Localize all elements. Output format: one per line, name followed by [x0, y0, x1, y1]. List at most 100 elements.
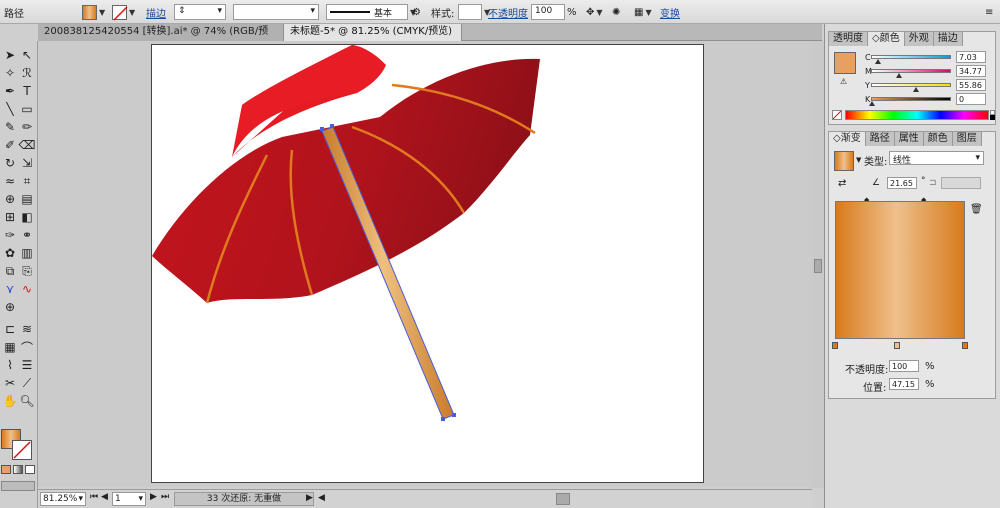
magenta-value[interactable]: 34.77	[959, 67, 982, 76]
envelope-tool-icon[interactable]: ⊏	[2, 321, 18, 337]
tab-label[interactable]: 颜色	[880, 33, 900, 44]
yellow-slider[interactable]	[871, 83, 951, 87]
chevron-down-icon[interactable]: ▾	[78, 494, 83, 504]
tab-layers[interactable]: 图层	[952, 132, 982, 146]
color-mode-button[interactable]	[1, 465, 11, 474]
page-value[interactable]: 1	[115, 494, 121, 504]
line-tool-icon[interactable]: ╲	[2, 101, 18, 117]
grid-tool-icon[interactable]: ▦	[2, 339, 18, 355]
black-field[interactable]: 0	[956, 93, 986, 105]
magenta-knob[interactable]	[896, 73, 902, 78]
magenta-field[interactable]: 34.77	[956, 65, 986, 77]
list-tool-icon[interactable]: ☰	[19, 357, 35, 373]
stroke-weight-control[interactable]: ⇕ ▾	[174, 3, 226, 21]
status-info[interactable]: 33 次还原: 无重做	[174, 492, 314, 506]
chevron-down-icon[interactable]: ▼	[856, 156, 861, 164]
tab-gradient[interactable]: ◇渐变	[829, 132, 866, 146]
black-swatch[interactable]	[990, 115, 995, 120]
tab-color-guide[interactable]: 颜色	[923, 132, 953, 146]
tab-label[interactable]: 描边	[938, 33, 958, 44]
yellow-value[interactable]: 55.86	[959, 81, 982, 90]
artboard-tool-icon[interactable]: ⧉	[2, 263, 18, 279]
anchor-point[interactable]	[441, 417, 445, 421]
tab-transparency[interactable]: 透明度	[829, 32, 868, 46]
stroke-swatch-control[interactable]: ▼	[112, 3, 135, 21]
align-button[interactable]: ▦ ▼	[634, 3, 652, 21]
rectangle-tool-icon[interactable]: ▭	[19, 101, 35, 117]
recolor-icon[interactable]: ✥	[586, 7, 594, 18]
perspective-grid-tool-icon[interactable]: ▤	[19, 191, 35, 207]
isolate-button[interactable]: ✺	[612, 3, 620, 21]
warning-icon[interactable]: ⚠	[840, 77, 847, 86]
yellow-knob[interactable]	[913, 87, 919, 92]
angle-field[interactable]: 21.65	[887, 177, 917, 189]
cyan-field[interactable]: 7.03	[956, 51, 986, 63]
opacity-control[interactable]: 100 %	[531, 3, 577, 21]
tab-label[interactable]: 图层	[957, 133, 977, 144]
opacity-link[interactable]: 不透明度	[488, 3, 528, 21]
none-color-button[interactable]	[832, 110, 842, 120]
free-transform-tool-icon[interactable]: ⌗	[19, 173, 35, 189]
fill-swatch[interactable]	[82, 4, 97, 20]
menu-icon[interactable]: ≡	[985, 7, 993, 18]
eraser-tool-icon[interactable]: ⌫	[19, 137, 36, 153]
stroke-link-text[interactable]: 描边	[146, 5, 166, 20]
vertical-scrollbar[interactable]	[812, 41, 824, 488]
aspect-ratio-field[interactable]	[941, 177, 981, 189]
slice-tool-icon[interactable]: ⎘	[19, 263, 35, 279]
hscroll-thumb[interactable]	[556, 493, 570, 505]
rotate-tool-icon[interactable]: ↻	[2, 155, 18, 171]
gradient-tool-icon[interactable]: ◧	[19, 209, 35, 225]
anchor-point[interactable]	[320, 127, 324, 131]
variable-width-control[interactable]: ▾	[233, 3, 319, 21]
curve-tool-icon[interactable]: ∿	[19, 281, 35, 297]
tab-label[interactable]: 渐变	[841, 133, 861, 144]
pen-tool-icon[interactable]: ✒	[2, 83, 18, 99]
scrollbar-thumb[interactable]	[814, 259, 822, 273]
mesh-tool-icon[interactable]: ⊞	[2, 209, 18, 225]
fill-swatch-control[interactable]: ▼	[82, 3, 105, 21]
stop-position-value[interactable]: 47.15	[892, 380, 915, 389]
sun-icon[interactable]: ✺	[612, 7, 620, 18]
chevron-down-icon[interactable]: ▾	[975, 153, 980, 163]
scroll-left-arrow[interactable]: ◀	[318, 493, 325, 503]
stroke-link[interactable]: 描边	[146, 3, 166, 21]
opacity-link-text[interactable]: 不透明度	[488, 5, 528, 20]
color-spectrum[interactable]	[845, 110, 989, 120]
gradient-mode-button[interactable]	[13, 465, 23, 474]
align-icon[interactable]: ▦	[634, 7, 643, 18]
tab-label[interactable]: 路径	[870, 133, 890, 144]
opacity-field[interactable]: 100	[531, 4, 565, 20]
tab-appearance[interactable]: 外观	[904, 32, 934, 46]
canvas-area[interactable]	[38, 41, 812, 487]
magic-wand-tool-icon[interactable]: ✧	[2, 65, 18, 81]
prev-page-button[interactable]: ◀	[101, 492, 108, 502]
lasso-tool-icon[interactable]: ℛ	[19, 65, 35, 81]
gradient-stop-right[interactable]	[962, 342, 968, 349]
type-tool-icon[interactable]: T	[19, 83, 35, 99]
anchor-point[interactable]	[452, 413, 456, 417]
paintbrush-tool-icon[interactable]: ✎	[2, 119, 18, 135]
fill-swatch[interactable]	[834, 52, 856, 74]
stroke-color-box[interactable]	[12, 440, 32, 460]
status-menu-arrow[interactable]: ▶	[306, 493, 313, 503]
stop-position-field[interactable]: 47.15	[889, 378, 919, 390]
tab-color[interactable]: ◇颜色	[868, 32, 905, 46]
shape-builder-tool-icon[interactable]: ⊕	[2, 191, 18, 207]
umbrella-artwork[interactable]	[152, 45, 705, 484]
tab-document-1[interactable]: 200838125420554 [转换].ai* @ 74% (RGB/预览) …	[38, 24, 284, 53]
black-knob[interactable]	[869, 101, 875, 106]
yellow-field[interactable]: 55.86	[956, 79, 986, 91]
cyan-knob[interactable]	[875, 59, 881, 64]
opacity-value[interactable]: 100	[535, 6, 552, 16]
aspect-ratio-icon[interactable]: ⊐	[929, 178, 937, 188]
black-slider[interactable]	[871, 97, 951, 101]
chevron-down-icon[interactable]: ▾	[310, 6, 315, 16]
width-tool-icon[interactable]: ⋎	[2, 281, 18, 297]
scissors-tool-icon[interactable]: ✂	[2, 375, 18, 391]
knife-tool-icon[interactable]: ⟋	[19, 375, 35, 391]
next-page-button[interactable]: ▶	[150, 492, 157, 502]
gradient-stop-middle[interactable]	[894, 342, 900, 349]
transform-link-text[interactable]: 变换	[660, 5, 680, 20]
stop-opacity-field[interactable]: 100	[889, 360, 919, 372]
